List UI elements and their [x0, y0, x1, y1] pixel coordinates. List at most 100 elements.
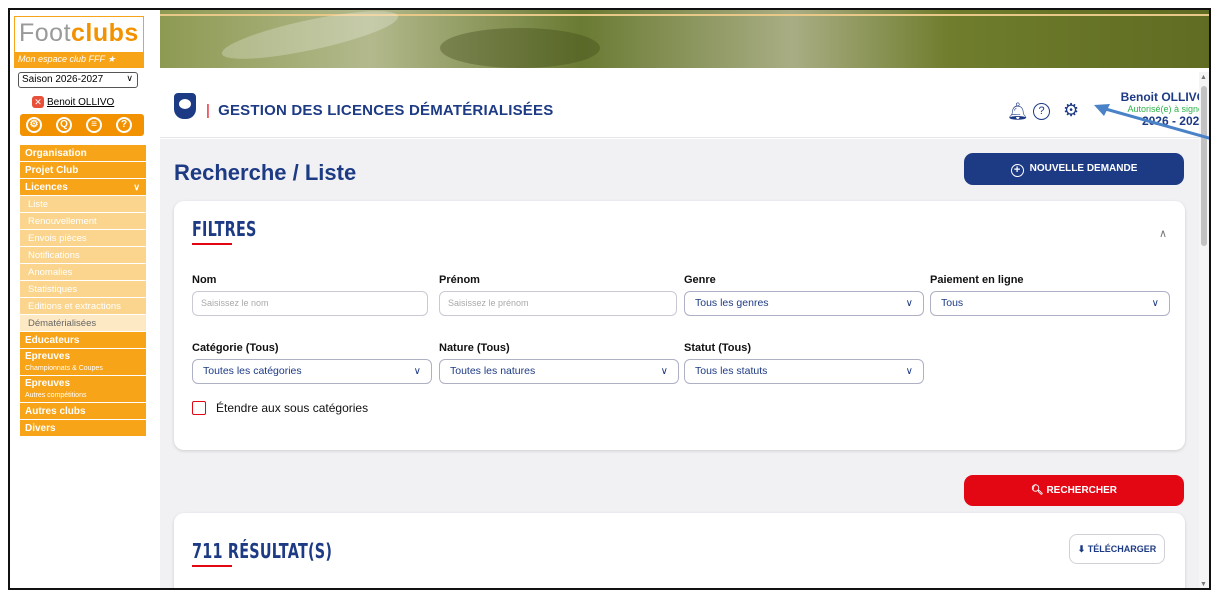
sidebar-user-link[interactable]: ✕ Benoit OLLIVO [32, 96, 114, 108]
categorie-value: Toutes les catégories [203, 365, 302, 377]
sidebar-menu: Organisation Projet Club Licences ∨ Liste… [20, 145, 146, 437]
nom-label: Nom [192, 274, 217, 286]
help-icon[interactable]: ? [116, 117, 132, 133]
banner-decoration [218, 10, 402, 69]
paiement-label: Paiement en ligne [930, 274, 1024, 286]
nature-label: Nature (Tous) [439, 342, 510, 354]
season-select-value: Saison 2026-2027 [22, 74, 104, 85]
sidebar-subitem-statistiques[interactable]: Statistiques [20, 281, 146, 298]
new-request-button[interactable]: + NOUVELLE DEMANDE [964, 153, 1184, 185]
sidebar-subitem-renouvellement[interactable]: Renouvellement [20, 213, 146, 230]
nature-select[interactable]: Toutes les natures ∨ [439, 359, 679, 384]
close-icon[interactable]: ✕ [32, 96, 44, 108]
tools-icon[interactable]: ⚙ [26, 117, 42, 133]
sidebar-item-label: Autres clubs [25, 406, 86, 417]
sidebar-item-educateurs[interactable]: Educateurs [20, 332, 146, 349]
chevron-down-icon: ∨ [413, 366, 421, 377]
sidebar-item-label: Epreuves [25, 351, 71, 362]
sidebar-item-sublabel: Championnats & Coupes [25, 365, 103, 372]
sidebar-subitem-editions[interactable]: Editions et extractions [20, 298, 146, 315]
sidebar-subitem-dematerialisees[interactable]: Dématérialisées [20, 315, 146, 332]
statut-select[interactable]: Tous les statuts ∨ [684, 359, 924, 384]
statut-value: Tous les statuts [695, 365, 768, 377]
genre-value: Tous les genres [695, 297, 769, 309]
sidebar-item-organisation[interactable]: Organisation [20, 145, 146, 162]
bell-icon[interactable]: 🔔︎ [1007, 102, 1029, 122]
scroll-down-icon[interactable]: ▼ [1200, 581, 1207, 588]
annotation-arrow [1094, 104, 1209, 140]
extend-subcategories-checkbox[interactable] [192, 401, 206, 415]
quick-actions-bar: ⚙ Q ≡ ? [20, 114, 144, 136]
chevron-down-icon: ∨ [126, 73, 133, 83]
sidebar-item-licences[interactable]: Licences ∨ [20, 179, 146, 196]
search-icon: 🔍︎ [1030, 485, 1044, 496]
download-icon: ⬇ [1077, 544, 1086, 554]
banner-accent-line [160, 14, 1209, 16]
main-content: Recherche / Liste + NOUVELLE DEMANDE FILT… [160, 139, 1209, 588]
chevron-down-icon: ∨ [660, 366, 668, 377]
chevron-down-icon: ∨ [905, 298, 913, 309]
results-heading: 711 RÉSULTAT(S) [192, 539, 333, 563]
filters-heading: FILTRES [192, 217, 257, 241]
sidebar-item-label: Organisation [25, 148, 87, 159]
sidebar-item-label: Licences [25, 182, 68, 193]
chevron-down-icon: ∨ [1151, 298, 1159, 309]
nom-placeholder: Saisissez le nom [201, 298, 269, 308]
sidebar-item-sublabel: Autres compétitions [25, 392, 87, 399]
sidebar-item-projet-club[interactable]: Projet Club [20, 162, 146, 179]
page-title: Recherche / Liste [174, 160, 357, 185]
sidebar-item-label: Divers [25, 423, 56, 434]
search-icon[interactable]: Q [56, 117, 72, 133]
chevron-down-icon: ∨ [905, 366, 913, 377]
footclubs-logo[interactable]: Footclubs Mon espace club FFF ★ [14, 16, 144, 68]
heading-underline [192, 565, 232, 567]
header-banner-image [160, 10, 1209, 69]
document-icon[interactable]: ≡ [86, 117, 102, 133]
help-icon[interactable]: ? [1033, 103, 1050, 120]
categorie-select[interactable]: Toutes les catégories ∨ [192, 359, 432, 384]
chevron-down-icon: ∨ [133, 182, 140, 192]
sidebar-subitem-anomalies[interactable]: Anomalies [20, 264, 146, 281]
paiement-select[interactable]: Tous ∨ [930, 291, 1170, 316]
app-header: | GESTION DES LICENCES DÉMATÉRIALISÉES 🔔︎… [160, 68, 1209, 138]
sidebar-subitem-envois-pieces[interactable]: Envois pièces [20, 230, 146, 247]
genre-select[interactable]: Tous les genres ∨ [684, 291, 924, 316]
filters-card: FILTRES ∧ Nom Saisissez le nom Prénom Sa… [174, 201, 1185, 450]
title-separator: | [206, 102, 211, 119]
left-sidebar: Footclubs Mon espace club FFF ★ Saison 2… [10, 10, 146, 588]
sidebar-item-label: Educateurs [25, 335, 80, 346]
fff-logo [174, 93, 196, 119]
download-button[interactable]: ⬇ TÉLÉCHARGER [1069, 534, 1165, 564]
chevron-up-icon[interactable]: ∧ [1159, 227, 1167, 240]
browser-frame: Footclubs Mon espace club FFF ★ Saison 2… [8, 8, 1211, 590]
search-button[interactable]: 🔍︎ RECHERCHER [964, 475, 1184, 506]
sidebar-item-autres-clubs[interactable]: Autres clubs [20, 403, 146, 420]
search-button-label: RECHERCHER [1046, 485, 1118, 496]
sidebar-item-epreuves-championnats[interactable]: Epreuves Championnats & Coupes [20, 349, 146, 376]
sidebar-item-epreuves-autres[interactable]: Epreuves Autres compétitions [20, 376, 146, 403]
sidebar-item-label: Epreuves [25, 378, 71, 389]
gear-icon[interactable]: ⚙ [1063, 100, 1079, 121]
logo-tagline-text: Mon espace club FFF [18, 54, 105, 64]
season-select[interactable]: Saison 2026-2027 ∨ [18, 72, 138, 88]
sidebar-item-label: Projet Club [25, 165, 79, 176]
scroll-up-icon[interactable]: ▲ [1200, 74, 1207, 81]
statut-label: Statut (Tous) [684, 342, 752, 354]
logo-text: Footclubs [19, 19, 139, 48]
download-button-label: TÉLÉCHARGER [1087, 544, 1157, 554]
app-title-text: GESTION DES LICENCES DÉMATÉRIALISÉES [218, 102, 554, 119]
plus-circle-icon: + [1010, 164, 1024, 177]
page-scrollbar[interactable]: ▲ ▼ [1199, 72, 1209, 588]
results-card: 711 RÉSULTAT(S) ⬇ TÉLÉCHARGER [174, 513, 1185, 588]
prenom-label: Prénom [439, 274, 480, 286]
prenom-input[interactable]: Saisissez le prénom [439, 291, 677, 316]
sidebar-item-divers[interactable]: Divers [20, 420, 146, 437]
logo-text-clubs: clubs [71, 19, 139, 47]
heading-underline [192, 243, 232, 245]
sidebar-subitem-liste[interactable]: Liste [20, 196, 146, 213]
categorie-label: Catégorie (Tous) [192, 342, 279, 354]
sidebar-subitem-notifications[interactable]: Notifications [20, 247, 146, 264]
sidebar-user-name: Benoit OLLIVO [47, 97, 115, 108]
nom-input[interactable]: Saisissez le nom [192, 291, 428, 316]
nature-value: Toutes les natures [450, 365, 536, 377]
